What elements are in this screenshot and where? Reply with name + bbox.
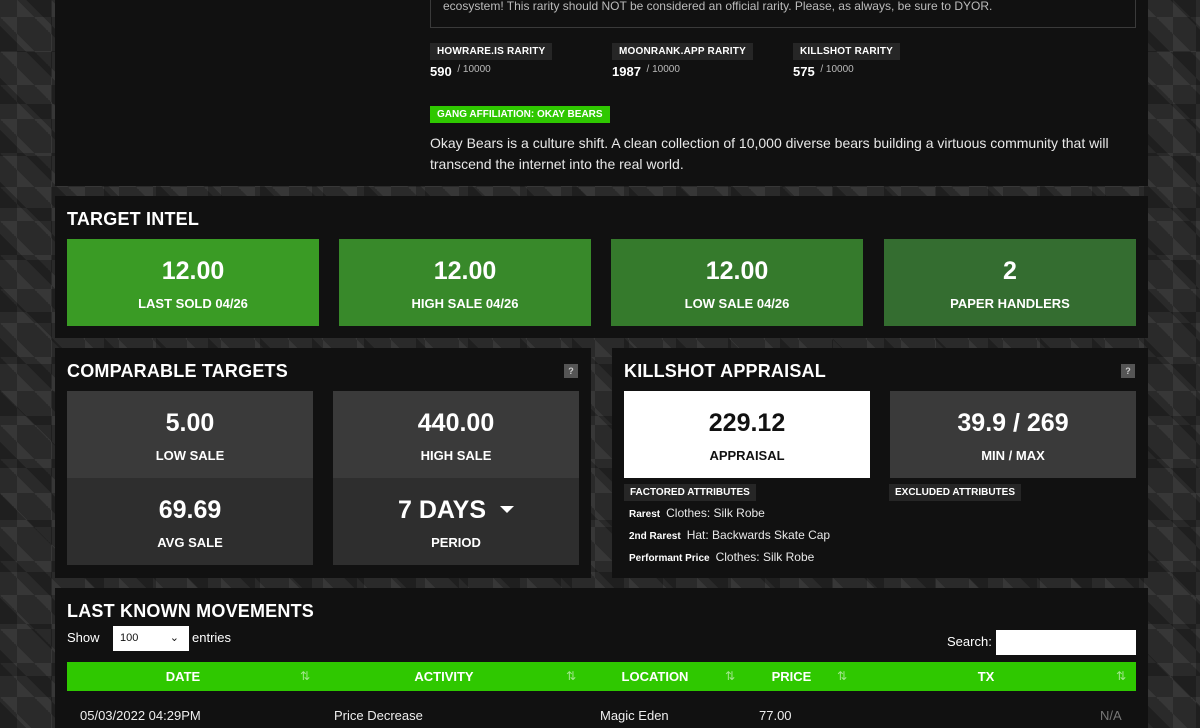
search-label: Search: bbox=[947, 634, 992, 649]
card-label: PAPER HANDLERS bbox=[950, 296, 1070, 311]
attribute-row: 2nd Rarest Hat: Backwards Skate Cap bbox=[629, 528, 830, 542]
card-label: MIN / MAX bbox=[981, 448, 1045, 463]
attribute-key: Rarest bbox=[629, 509, 661, 520]
table-header: DATE ⇅ ACTIVITY ⇅ LOCATION ⇅ PRICE ⇅ TX … bbox=[67, 662, 1136, 691]
card-label: LOW SALE 04/26 bbox=[684, 296, 790, 311]
high-sale-card: 12.00 HIGH SALE 04/26 bbox=[339, 239, 591, 326]
card-label: AVG SALE bbox=[157, 535, 223, 550]
cell-activity: Price Decrease bbox=[334, 708, 423, 723]
rarity-label: MOONRANK.APP RARITY bbox=[612, 43, 753, 60]
rarity-label: KILLSHOT RARITY bbox=[793, 43, 900, 60]
rarity-value: 575 bbox=[793, 64, 815, 79]
moonrank-rarity: MOONRANK.APP RARITY 1987 / 10000 bbox=[612, 41, 753, 79]
sort-icon[interactable]: ⇅ bbox=[837, 662, 847, 691]
attribute-value: Hat: Backwards Skate Cap bbox=[686, 528, 831, 542]
low-sale-card: 5.00 LOW SALE bbox=[67, 391, 313, 478]
entries-select[interactable]: 100 ⌄ bbox=[113, 626, 189, 651]
card-value: 39.9 / 269 bbox=[957, 409, 1069, 437]
card-value: 2 bbox=[1003, 257, 1017, 285]
rarity-value: 590 bbox=[430, 64, 452, 79]
show-label: Show bbox=[67, 630, 100, 645]
column-header-activity[interactable]: ACTIVITY bbox=[319, 662, 569, 691]
killshot-appraisal-panel: KILLSHOT APPRAISAL ? 229.12 APPRAISAL 39… bbox=[612, 348, 1148, 578]
column-header-location[interactable]: LOCATION bbox=[585, 662, 725, 691]
rarity-out-of: / 10000 bbox=[646, 64, 680, 75]
panel-title: TARGET INTEL bbox=[67, 209, 200, 229]
attribute-row: Performant Price Clothes: Silk Robe bbox=[629, 550, 814, 564]
cell-location: Magic Eden bbox=[600, 708, 669, 723]
caret-down-icon bbox=[500, 506, 514, 513]
chevron-down-icon: ⌄ bbox=[169, 632, 179, 644]
attribute-key: Performant Price bbox=[629, 553, 710, 564]
excluded-attributes-label: EXCLUDED ATTRIBUTES bbox=[889, 484, 1021, 501]
card-label: PERIOD bbox=[431, 535, 481, 550]
attribute-key: 2nd Rarest bbox=[629, 531, 681, 542]
high-sale-card: 440.00 HIGH SALE bbox=[333, 391, 579, 478]
appraisal-card: 229.12 APPRAISAL bbox=[624, 391, 870, 478]
help-icon[interactable]: ? bbox=[1121, 364, 1135, 378]
last-known-movements-panel: LAST KNOWN MOVEMENTS Show 100 ⌄ entries … bbox=[55, 588, 1148, 728]
gang-affiliation-badge[interactable]: GANG AFFILIATION: OKAY BEARS bbox=[430, 106, 610, 123]
period-value: 7 DAYS bbox=[397, 496, 486, 524]
sort-icon[interactable]: ⇅ bbox=[300, 662, 310, 691]
card-label: LOW SALE bbox=[155, 448, 225, 463]
rarity-value: 1987 bbox=[612, 64, 641, 79]
killshot-rarity: KILLSHOT RARITY 575 / 10000 bbox=[793, 41, 900, 79]
last-sold-card: 12.00 LAST SOLD 04/26 bbox=[67, 239, 319, 326]
attribute-value: Clothes: Silk Robe bbox=[666, 506, 765, 520]
cell-price: 77.00 bbox=[759, 708, 792, 723]
rarity-out-of: / 10000 bbox=[820, 64, 854, 75]
entries-select-value: 100 bbox=[120, 632, 139, 644]
card-value: 69.69 bbox=[158, 496, 222, 524]
card-label: HIGH SALE 04/26 bbox=[411, 296, 519, 311]
low-sale-card: 12.00 LOW SALE 04/26 bbox=[611, 239, 863, 326]
cell-date: 05/03/2022 04:29PM bbox=[80, 708, 201, 723]
collection-info-panel: ecosystem! This rarity should NOT be con… bbox=[55, 0, 1148, 186]
card-value: 12.00 bbox=[161, 257, 225, 285]
entries-length-control: Show 100 ⌄ entries bbox=[67, 626, 231, 651]
help-icon[interactable]: ? bbox=[564, 364, 578, 378]
card-value: 12.00 bbox=[705, 257, 769, 285]
attribute-value: Clothes: Silk Robe bbox=[715, 550, 815, 564]
rarity-notice: ecosystem! This rarity should NOT be con… bbox=[430, 0, 1136, 28]
search-input[interactable] bbox=[996, 630, 1136, 655]
rarity-out-of: / 10000 bbox=[457, 64, 491, 75]
avg-sale-card: 69.69 AVG SALE bbox=[67, 478, 313, 565]
card-value: 440.00 bbox=[417, 409, 495, 437]
period-selector[interactable]: 7 DAYS PERIOD bbox=[333, 478, 579, 565]
paper-handlers-card: 2 PAPER HANDLERS bbox=[884, 239, 1136, 326]
entries-label: entries bbox=[192, 630, 232, 645]
panel-title: LAST KNOWN MOVEMENTS bbox=[67, 601, 314, 621]
factored-attributes-label: FACTORED ATTRIBUTES bbox=[624, 484, 756, 501]
card-value: 5.00 bbox=[165, 409, 215, 437]
sort-icon[interactable]: ⇅ bbox=[725, 662, 735, 691]
column-header-tx[interactable]: TX bbox=[856, 662, 1116, 691]
rarity-label: HOWRARE.IS RARITY bbox=[430, 43, 553, 60]
attribute-row: Rarest Clothes: Silk Robe bbox=[629, 506, 765, 520]
card-value: 229.12 bbox=[708, 409, 786, 437]
sort-icon[interactable]: ⇅ bbox=[1116, 662, 1126, 691]
sort-icon[interactable]: ⇅ bbox=[566, 662, 576, 691]
cell-tx[interactable]: N/A bbox=[1100, 708, 1122, 723]
card-label: LAST SOLD 04/26 bbox=[138, 296, 248, 311]
column-header-price[interactable]: PRICE bbox=[744, 662, 839, 691]
column-header-date[interactable]: DATE bbox=[67, 662, 299, 691]
target-intel-panel: TARGET INTEL 12.00 LAST SOLD 04/26 12.00… bbox=[55, 196, 1148, 338]
card-value: 12.00 bbox=[433, 257, 497, 285]
panel-title: COMPARABLE TARGETS bbox=[67, 361, 288, 381]
min-max-card: 39.9 / 269 MIN / MAX bbox=[890, 391, 1136, 478]
card-label: HIGH SALE bbox=[420, 448, 492, 463]
card-label: APPRAISAL bbox=[709, 448, 785, 463]
howrare-rarity: HOWRARE.IS RARITY 590 / 10000 bbox=[430, 41, 553, 79]
comparable-targets-panel: COMPARABLE TARGETS ? 5.00 LOW SALE 440.0… bbox=[55, 348, 591, 578]
collection-description: Okay Bears is a culture shift. A clean c… bbox=[430, 135, 1109, 172]
panel-title: KILLSHOT APPRAISAL bbox=[624, 361, 826, 381]
